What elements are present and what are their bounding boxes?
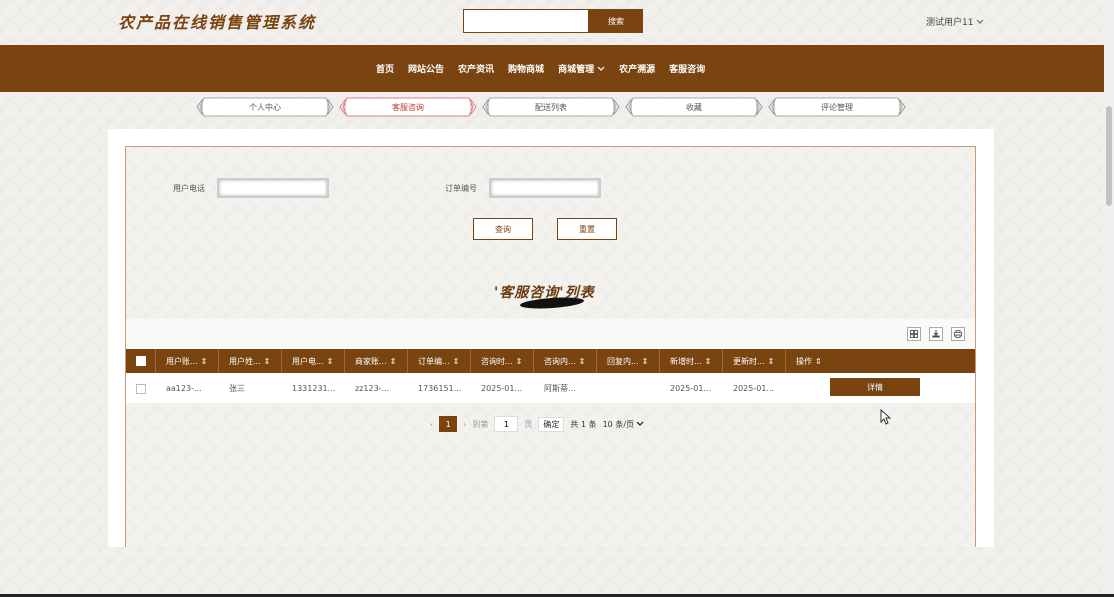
order-number-input[interactable]: [489, 178, 601, 198]
row-checkbox[interactable]: [136, 383, 146, 394]
sort-icon: ⇕: [389, 356, 397, 366]
tab-delivery-list[interactable]: 配送列表: [482, 94, 620, 120]
column-header[interactable]: 用户账... ⇕: [156, 349, 219, 373]
nav-item-home[interactable]: 首页: [376, 62, 394, 75]
column-header[interactable]: 新增时... ⇕: [660, 349, 723, 373]
column-header[interactable]: 订单编... ⇕: [408, 349, 471, 373]
cell-created-time: 2025-01...: [670, 384, 712, 393]
top-header: 农产品在线销售管理系统 搜索 测试用户11: [0, 0, 1104, 45]
column-header[interactable]: 用户姓... ⇕: [219, 349, 282, 373]
goto-label: 到第: [472, 419, 489, 429]
tab-customer-service[interactable]: 客服咨询: [339, 94, 477, 120]
list-title: '客服咨询'列表: [494, 285, 595, 301]
vertical-scrollbar[interactable]: [1104, 0, 1114, 597]
column-header[interactable]: 商家账... ⇕: [345, 349, 408, 373]
cell-order-number: 1736151...: [418, 384, 462, 393]
goto-page-input[interactable]: [494, 416, 519, 432]
total-count: 共 1 条: [570, 419, 597, 429]
tab-personal-center[interactable]: 个人中心: [196, 94, 334, 120]
chevron-down-icon: [597, 66, 605, 71]
cell-consult-time: 2025-01...: [481, 384, 523, 393]
reset-button[interactable]: 重置: [557, 218, 617, 240]
next-page-icon[interactable]: ›: [463, 420, 466, 429]
columns-icon[interactable]: [907, 327, 921, 341]
cell-consult-content: 阿斯蒂...: [544, 384, 576, 393]
sort-icon: ⇕: [515, 356, 523, 366]
nav-item-shop[interactable]: 购物商城: [508, 62, 544, 75]
prev-page-icon[interactable]: ‹: [430, 420, 433, 429]
page-size-select[interactable]: 10 条/页: [603, 419, 644, 430]
nav-item-traceability[interactable]: 农产溯源: [619, 62, 655, 75]
cell-reply-content: [597, 373, 660, 404]
column-header[interactable]: 更新时... ⇕: [723, 349, 786, 373]
column-header[interactable]: 咨询时... ⇕: [471, 349, 534, 373]
sort-icon: ⇕: [704, 356, 712, 366]
cell-user-account: aa123-...: [166, 384, 202, 393]
tab-comment-management[interactable]: 评论管理: [768, 94, 906, 120]
column-header[interactable]: 用户电... ⇕: [282, 349, 345, 373]
nav-item-customer-service[interactable]: 客服咨询: [669, 62, 705, 75]
query-button[interactable]: 查询: [473, 218, 533, 240]
order-number-label: 订单编号: [445, 184, 477, 193]
sort-icon: ⇕: [263, 356, 271, 366]
user-menu[interactable]: 测试用户11: [926, 15, 984, 28]
site-title: 农产品在线销售管理系统: [118, 13, 317, 32]
page-unit-label: 页: [524, 419, 533, 429]
scrollbar-thumb[interactable]: [1106, 106, 1112, 206]
nav-item-shop-management[interactable]: 商城管理: [558, 62, 605, 75]
nav-item-news[interactable]: 农产资讯: [458, 62, 494, 75]
sort-icon: ⇕: [326, 356, 334, 366]
search-button[interactable]: 搜索: [589, 9, 643, 33]
sort-icon: ⇕: [641, 356, 649, 366]
phone-label: 用户电话: [173, 184, 205, 193]
chevron-down-icon: [636, 421, 644, 426]
main-nav: 首页 网站公告 农产资讯 购物商城 商城管理 农产溯源 客服咨询: [0, 45, 1104, 92]
export-icon[interactable]: [929, 327, 943, 341]
user-name: 测试用户11: [926, 18, 974, 28]
column-header[interactable]: 回复内... ⇕: [597, 349, 660, 373]
column-header-actions[interactable]: 操作 ⇕: [786, 349, 975, 373]
search-input[interactable]: [463, 9, 589, 33]
goto-confirm-button[interactable]: 确定: [538, 416, 565, 432]
sort-icon: ⇕: [452, 356, 460, 366]
cell-user-phone: 1331231...: [292, 384, 336, 393]
table-toolbar: [126, 319, 975, 349]
cell-user-name: 张三: [229, 384, 245, 393]
chevron-down-icon: [977, 19, 984, 24]
sort-icon: ⇕: [815, 356, 822, 366]
table-header: 用户账... ⇕ 用户姓... ⇕ 用户电... ⇕ 商家账... ⇕ 订单编... ⇕ …: [126, 349, 975, 373]
sort-icon: ⇕: [767, 356, 775, 366]
phone-input[interactable]: [217, 178, 329, 198]
select-all-cell: [126, 349, 156, 373]
cell-merchant-account: zz123-...: [355, 384, 390, 393]
cell-updated-time: 2025-01...: [733, 384, 775, 393]
pagination: ‹ 1 › 到第 页 确定 共 1 条 10 条/页: [430, 416, 644, 432]
search-bar: 搜索: [463, 9, 643, 33]
nav-item-announcements[interactable]: 网站公告: [408, 62, 444, 75]
mouse-cursor-icon: [880, 408, 892, 428]
column-header[interactable]: 咨询内... ⇕: [534, 349, 597, 373]
page-number-current[interactable]: 1: [439, 416, 458, 432]
row-select-cell: [126, 373, 156, 404]
tab-favorites[interactable]: 收藏: [625, 94, 763, 120]
sort-icon: ⇕: [578, 356, 586, 366]
print-icon[interactable]: [951, 327, 965, 341]
sort-icon: ⇕: [200, 356, 208, 366]
detail-button[interactable]: 详情: [830, 378, 920, 396]
select-all-checkbox[interactable]: [136, 356, 146, 366]
